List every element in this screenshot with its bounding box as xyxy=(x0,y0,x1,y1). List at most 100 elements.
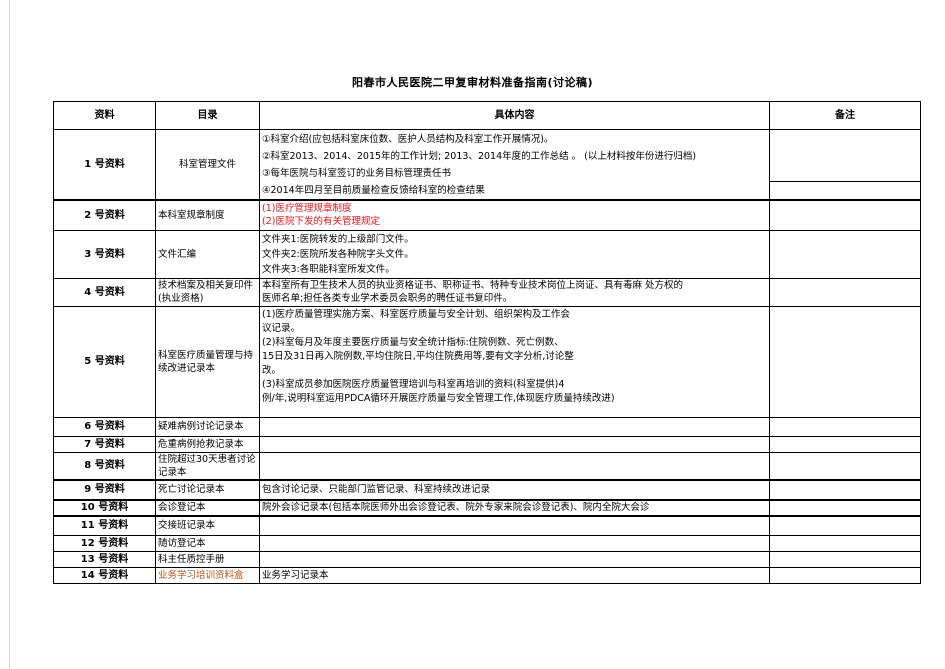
row-directory: 科主任质控手册 xyxy=(155,551,260,568)
row-label: 14 号资料 xyxy=(53,567,156,584)
content-line: (2)科室每月及年度主要医疗质量与安全统计指标:住院例数、死亡例数、 xyxy=(262,336,564,348)
row-note-sub[interactable] xyxy=(769,181,921,202)
row-note[interactable] xyxy=(769,478,921,500)
row-note[interactable] xyxy=(769,199,921,231)
row-directory: 科室管理文件 xyxy=(155,129,260,201)
row-directory: 本科室规章制度 xyxy=(155,199,260,231)
content-line: ①科室介绍(应包括科室床位数、医护人员结构及科室工作开展情况)。 xyxy=(262,134,554,145)
table-row: 2 号资料 本科室规章制度 (1)医疗管理规章制度 (2)医院下发的有关管理规定 xyxy=(53,199,921,231)
row-note[interactable] xyxy=(769,451,921,480)
table-row: 10 号资料 会诊登记本 院外会诊记录本(包括本院医师外出会诊登记表、院外专家来… xyxy=(53,498,921,516)
row-label: 2 号资料 xyxy=(53,199,156,231)
row-content: 文件夹1:医院转发的上级部门文件。 文件夹2:医院所发各种院字头文件。 文件夹3… xyxy=(259,229,770,279)
row-note[interactable] xyxy=(769,498,921,516)
header-directory: 目录 xyxy=(155,101,260,130)
table-row: 11 号资料 交接班记录本 xyxy=(53,514,921,536)
row-label: 11 号资料 xyxy=(53,514,156,536)
row-label: 3 号资料 xyxy=(53,229,156,279)
content-line: (3)科室成员参加医院医疗质量管理培训与科室再培训的资料(科室提供)4 xyxy=(262,378,565,390)
content-line: ③每年医院与科室签订的业务目标管理责任书 xyxy=(262,168,452,179)
row-directory: 危重病例抢救记录本 xyxy=(155,435,260,453)
row-content: 本科室所有卫生技术人员的执业资格证书、职称证书、特种专业技术岗位上岗证、具有毒麻… xyxy=(259,277,770,307)
row-note[interactable] xyxy=(769,229,921,279)
row-content: 业务学习记录本 xyxy=(259,567,770,584)
content-line: 本科室所有卫生技术人员的执业资格证书、职称证书、特种专业技术岗位上岗证、具有毒麻… xyxy=(262,280,684,291)
content-line: ②科室2013、2014、2015年的工作计划; 2013、2014年度的工作总… xyxy=(262,151,697,162)
content-line: 院外会诊记录本(包括本院医师外出会诊登记表、院外专家来院会诊登记表)、院内全院大… xyxy=(262,502,650,513)
row-note[interactable] xyxy=(769,305,921,418)
row-note[interactable] xyxy=(769,277,921,307)
row-label: 6 号资料 xyxy=(53,416,156,437)
row-content xyxy=(259,451,770,480)
row-label: 8 号资料 xyxy=(53,451,156,480)
content-line: 文件夹3:各职能科室所发文件。 xyxy=(262,263,395,275)
content-line: 例/年,说明科室运用PDCA循环开展医疗质量与安全管理工作,体现医疗质量持续改进… xyxy=(262,392,615,404)
table-row: 1 号资料 科室管理文件 ①科室介绍(应包括科室床位数、医护人员结构及科室工作开… xyxy=(53,128,921,201)
row-directory: 会诊登记本 xyxy=(155,498,260,516)
row-directory: 死亡讨论记录本 xyxy=(155,478,260,500)
content-line: 改。 xyxy=(262,364,282,376)
content-line: 文件夹1:医院转发的上级部门文件。 xyxy=(262,233,414,245)
header-content: 具体内容 xyxy=(259,101,770,130)
row-directory: 科室医疗质量管理与持续改进记录本 xyxy=(155,305,260,418)
content-line: 文件夹2:医院所发各种院字头文件。 xyxy=(262,248,414,260)
row-content xyxy=(259,535,770,552)
row-note[interactable] xyxy=(769,535,921,552)
document-title: 阳春市人民医院二甲复审材料准备指南(讨论稿) xyxy=(351,76,594,89)
table-row: 7 号资料 危重病例抢救记录本 xyxy=(53,435,921,453)
row-note[interactable] xyxy=(769,128,921,183)
row-note[interactable] xyxy=(769,514,921,536)
header-row: 资料 目录 具体内容 备注 xyxy=(53,101,921,130)
row-directory: 业务学习培训资料盒 xyxy=(155,567,260,584)
row-directory: 随访登记本 xyxy=(155,535,260,552)
row-directory: 技术档案及相关复印件(执业资格) xyxy=(155,277,260,307)
content-line: (1)医疗质量管理实施方案、科室医疗质量与安全计划、组织架构及工作会 xyxy=(262,308,570,320)
row-content: 包含讨论记录、只能部门监管记录、科室持续改进记录 xyxy=(259,478,770,500)
table-row: 14 号资料 业务学习培训资料盒 业务学习记录本 xyxy=(53,567,921,584)
row-label: 9 号资料 xyxy=(53,478,156,500)
content-line: 15日及31日再入院例数,平均住院日,平均住院费用等,要有文字分析,讨论整 xyxy=(262,350,574,362)
content-line: 医师名单;担任各类专业学术委员会职务的聘任证书复印件。 xyxy=(262,293,513,304)
row-note[interactable] xyxy=(769,551,921,568)
row-directory: 文件汇编 xyxy=(155,229,260,279)
row-content: (1)医疗管理规章制度 (2)医院下发的有关管理规定 xyxy=(259,199,770,231)
table-row: 8 号资料 住院超过30天患者讨论记录本 xyxy=(53,451,921,480)
row-content: (1)医疗质量管理实施方案、科室医疗质量与安全计划、组织架构及工作会 议记录。 … xyxy=(259,305,770,418)
row-label: 7 号资料 xyxy=(53,435,156,453)
row-label: 12 号资料 xyxy=(53,535,156,552)
row-note[interactable] xyxy=(769,416,921,437)
header-notes: 备注 xyxy=(769,101,921,130)
table-row: 4 号资料 技术档案及相关复印件(执业资格) 本科室所有卫生技术人员的执业资格证… xyxy=(53,277,921,307)
table-row: 6 号资料 疑难病例讨论记录本 xyxy=(53,416,921,437)
content-line: 包含讨论记录、只能部门监管记录、科室持续改进记录 xyxy=(262,484,491,495)
materials-table: 资料 目录 具体内容 备注 1 号资料 科室管理文件 ①科室介绍(应包括科室床位… xyxy=(53,101,921,584)
header-materials: 资料 xyxy=(53,101,156,130)
row-content xyxy=(259,514,770,536)
row-label: 5 号资料 xyxy=(53,305,156,418)
row-directory: 疑难病例讨论记录本 xyxy=(155,416,260,437)
row-label: 13 号资料 xyxy=(53,551,156,568)
row-content xyxy=(259,416,770,437)
row-label: 1 号资料 xyxy=(53,129,156,201)
row-directory: 住院超过30天患者讨论记录本 xyxy=(155,451,260,480)
content-line: 议记录。 xyxy=(262,322,301,334)
content-line: (2)医院下发的有关管理规定 xyxy=(262,216,380,228)
table-row: 3 号资料 文件汇编 文件夹1:医院转发的上级部门文件。 文件夹2:医院所发各种… xyxy=(53,229,921,279)
table-row: 5 号资料 科室医疗质量管理与持续改进记录本 (1)医疗质量管理实施方案、科室医… xyxy=(53,305,921,418)
row-note[interactable] xyxy=(769,435,921,453)
row-directory: 交接班记录本 xyxy=(155,514,260,536)
content-line: 业务学习记录本 xyxy=(262,570,329,581)
row-content xyxy=(259,551,770,568)
row-label: 4 号资料 xyxy=(53,277,156,307)
table-row: 12 号资料 随访登记本 xyxy=(53,535,921,552)
page-edge xyxy=(9,0,10,669)
content-line: (1)医疗管理规章制度 xyxy=(262,203,352,215)
row-label: 10 号资料 xyxy=(53,498,156,516)
row-content: 院外会诊记录本(包括本院医师外出会诊登记表、院外专家来院会诊登记表)、院内全院大… xyxy=(259,498,770,516)
content-line: ④2014年四月至目前质量检查反馈给科室的检查结果 xyxy=(262,185,485,196)
table-row: 13 号资料 科主任质控手册 xyxy=(53,551,921,568)
row-content xyxy=(259,435,770,453)
row-content: ①科室介绍(应包括科室床位数、医护人员结构及科室工作开展情况)。 ②科室2013… xyxy=(259,129,770,201)
row-note[interactable] xyxy=(769,567,921,584)
table-row: 9 号资料 死亡讨论记录本 包含讨论记录、只能部门监管记录、科室持续改进记录 xyxy=(53,478,921,500)
